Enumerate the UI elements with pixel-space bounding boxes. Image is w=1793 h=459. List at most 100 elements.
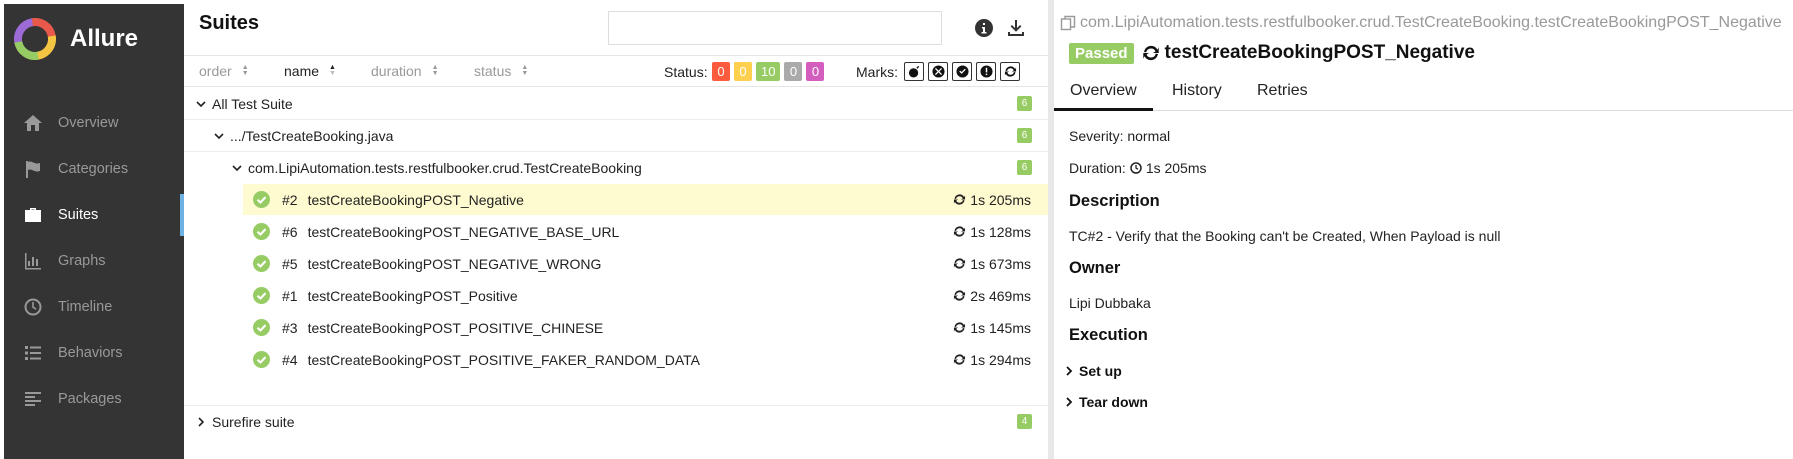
duration-row: Duration: 1s 205ms [1069, 160, 1207, 176]
briefcase-icon [22, 204, 44, 226]
check-circle-icon[interactable] [952, 62, 972, 81]
search-input[interactable] [608, 11, 942, 45]
test-number: #2 [282, 191, 298, 208]
retry-icon [954, 258, 966, 269]
tree-node-class[interactable]: com.LipiAutomation.tests.restfulbooker.c… [184, 152, 1048, 184]
sidebar-item-timeline[interactable]: Timeline [4, 284, 184, 330]
breadcrumb: com.LipiAutomation.tests.restfulbooker.c… [1060, 14, 1782, 32]
tree-node-label: com.LipiAutomation.tests.restfulbooker.c… [248, 160, 642, 176]
retry-icon [954, 194, 966, 205]
sort-arrows-icon: ▲ ▼ [329, 64, 336, 77]
home-icon [22, 112, 44, 134]
sidebar-item-label: Suites [58, 207, 99, 223]
description-text: TC#2 - Verify that the Booking can't be … [1069, 228, 1501, 244]
test-name: testCreateBookingPOST_NEGATIVE_BASE_URL [307, 223, 620, 240]
status-unknown-badge[interactable]: 0 [806, 62, 825, 81]
marks-filter [904, 62, 1020, 81]
test-title-row: Passed testCreateBookingPOST_Negative [1069, 42, 1475, 64]
test-name: testCreateBookingPOST_Negative [307, 191, 524, 208]
sidebar-item-categories[interactable]: Categories [4, 146, 184, 192]
sidebar-item-graphs[interactable]: Graphs [4, 238, 184, 284]
test-number: #6 [282, 223, 298, 240]
test-row[interactable]: #4 testCreateBookingPOST_POSITIVE_FAKER_… [243, 344, 1048, 375]
test-list: #2 testCreateBookingPOST_Negative 1s 205… [184, 184, 1048, 376]
detail-tabs: Overview History Retries [1054, 80, 1793, 111]
chevron-right-icon [196, 417, 206, 427]
sidebar-nav: Overview Categories Suites Graphs Timeli… [4, 100, 184, 422]
tab-overview[interactable]: Overview [1054, 82, 1153, 111]
count-badge: 6 [1017, 160, 1032, 175]
status-passed-badge[interactable]: 10 [756, 62, 781, 81]
align-left-icon [22, 388, 44, 410]
sort-order[interactable]: order ▲ ▼ [199, 63, 249, 79]
sidebar-item-behaviors[interactable]: Behaviors [4, 330, 184, 376]
test-row[interactable]: #1 testCreateBookingPOST_Positive 2s 469… [243, 280, 1048, 311]
test-name: testCreateBookingPOST_POSITIVE_CHINESE [307, 319, 604, 336]
test-row[interactable]: #5 testCreateBookingPOST_NEGATIVE_WRONG … [243, 248, 1048, 279]
exclamation-circle-icon[interactable] [976, 62, 996, 81]
duration-value: 1s 205ms [1145, 160, 1207, 176]
sort-name[interactable]: name ▲ ▼ [284, 63, 336, 79]
tree-node-surefire[interactable]: Surefire suite 4 [184, 406, 1048, 438]
tab-history[interactable]: History [1172, 82, 1222, 111]
tree-node-label: .../TestCreateBooking.java [230, 127, 394, 144]
sort-duration[interactable]: duration ▲ ▼ [371, 63, 439, 79]
test-row[interactable]: #3 testCreateBookingPOST_POSITIVE_CHINES… [243, 312, 1048, 343]
status-failed-badge[interactable]: 0 [712, 62, 730, 81]
clock-icon [22, 296, 44, 318]
owner-text: Lipi Dubbaka [1069, 295, 1151, 311]
count-badge: 6 [1017, 96, 1032, 111]
teardown-toggle[interactable]: Tear down [1064, 394, 1148, 410]
sidebar-item-label: Overview [58, 115, 119, 131]
description-heading: Description [1069, 192, 1160, 210]
retry-icon [954, 322, 966, 333]
test-row[interactable]: #6 testCreateBookingPOST_NEGATIVE_BASE_U… [243, 216, 1048, 247]
download-icon[interactable] [1004, 16, 1028, 40]
check-circle-icon [253, 223, 270, 240]
status-badge: Passed [1069, 42, 1134, 64]
owner-heading: Owner [1069, 259, 1121, 277]
retry-icon [1142, 45, 1159, 61]
times-circle-icon[interactable] [928, 62, 948, 81]
allure-logo[interactable]: Allure [14, 18, 138, 60]
info-icon[interactable] [972, 16, 996, 40]
copy-icon[interactable] [1060, 15, 1076, 31]
sidebar-item-label: Timeline [58, 299, 113, 315]
chevron-right-icon [1066, 366, 1073, 376]
tab-retries[interactable]: Retries [1257, 82, 1308, 111]
sort-status[interactable]: status ▲ ▼ [474, 63, 528, 79]
refresh-icon[interactable] [1000, 62, 1020, 81]
setup-toggle[interactable]: Set up [1064, 363, 1122, 379]
test-name: testCreateBookingPOST_POSITIVE_FAKER_RAN… [307, 351, 700, 368]
sidebar: Allure Overview Categories Suites Graphs… [4, 4, 184, 459]
test-duration: 1s 294ms [953, 352, 1031, 368]
test-time: 1s 145ms [970, 319, 1031, 336]
status-skipped-badge[interactable]: 0 [784, 62, 803, 81]
sort-order-label: order [199, 63, 232, 79]
test-duration: 1s 673ms [953, 256, 1031, 272]
sidebar-item-label: Graphs [58, 253, 106, 269]
status-broken-badge[interactable]: 0 [734, 62, 752, 81]
test-row[interactable]: #2 testCreateBookingPOST_Negative 1s 205… [243, 184, 1048, 215]
retry-icon [954, 226, 966, 237]
sort-duration-label: duration [371, 63, 422, 79]
test-time: 1s 205ms [970, 191, 1031, 208]
test-number: #5 [282, 255, 298, 272]
sidebar-item-packages[interactable]: Packages [4, 376, 184, 422]
sidebar-item-label: Categories [58, 161, 129, 177]
tree-node-root[interactable]: All Test Suite 6 [184, 88, 1048, 120]
sidebar-item-label: Packages [58, 391, 122, 407]
sidebar-item-overview[interactable]: Overview [4, 100, 184, 146]
chevron-down-icon [214, 131, 224, 141]
tree-node-file[interactable]: .../TestCreateBooking.java 6 [184, 120, 1048, 152]
bomb-icon[interactable] [904, 62, 924, 81]
duration-label: Duration: [1069, 160, 1126, 176]
sidebar-item-suites[interactable]: Suites [4, 192, 184, 238]
breadcrumb-text: com.LipiAutomation.tests.restfulbooker.c… [1080, 14, 1782, 31]
retry-icon [954, 354, 966, 365]
test-duration: 1s 128ms [953, 224, 1031, 240]
sort-arrows-icon: ▲ ▼ [241, 64, 249, 77]
flag-icon [22, 158, 44, 180]
test-detail-pane: com.LipiAutomation.tests.restfulbooker.c… [1054, 0, 1793, 459]
list-icon [22, 342, 44, 364]
